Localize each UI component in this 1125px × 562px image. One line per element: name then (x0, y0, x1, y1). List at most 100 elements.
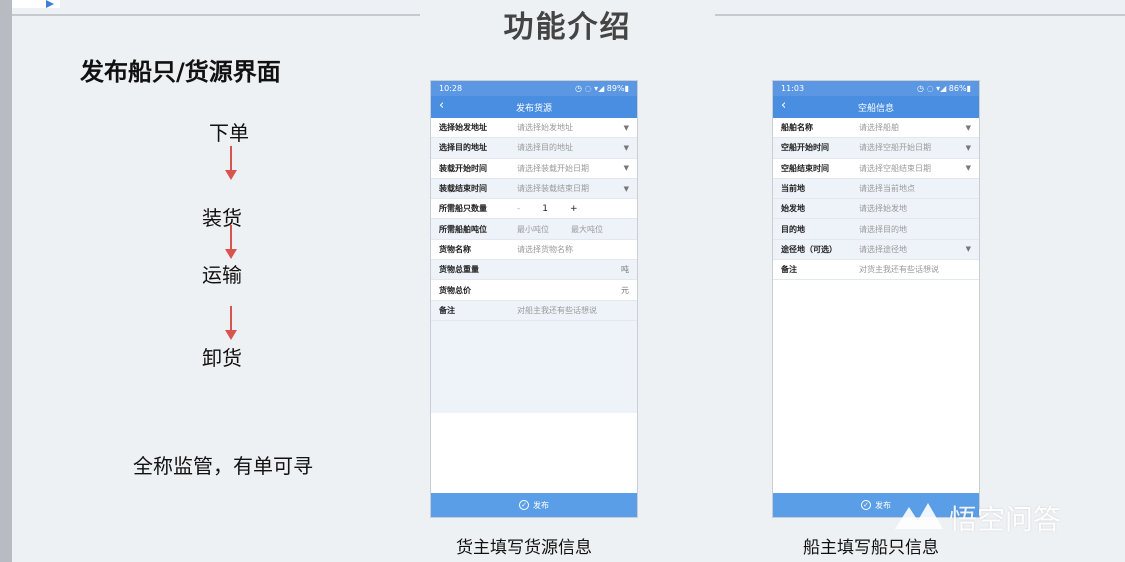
nav-title: 发布货源 (515, 103, 552, 114)
form-row-ship-name[interactable]: 船舶名称 请选择船舶 ▼ (773, 118, 979, 139)
submit-label: 发布 (875, 500, 891, 510)
status-icons: ◷ ◌ ▾◢ 86%▮ (917, 84, 971, 93)
down-arrow-icon (224, 225, 238, 261)
field-placeholder: 请选择途径地 (859, 244, 907, 254)
form-row-empty-end[interactable]: 空船结束时间 请选择空船结束日期 ▼ (773, 158, 979, 179)
field-placeholder: 请选择装载结束日期 (517, 184, 589, 194)
increment-button[interactable]: + (570, 204, 578, 214)
summary-text: 全称监管，有单可寻 (133, 454, 313, 478)
form-row-load-start[interactable]: 装载开始时间 请选择装载开始日期 ▼ (431, 158, 637, 179)
field-placeholder: 请选择目的地 (859, 224, 907, 234)
cargo-form: 选择始发地址 请选择始发地址 ▼ 选择目的地址 请选择目的地址 ▼ 装载开始时间… (431, 118, 637, 413)
form-row-ship-count: 所需船只数量 - 1 + (431, 199, 637, 220)
down-arrow-icon (224, 306, 238, 342)
back-icon[interactable]: ‹ (439, 98, 444, 113)
phone-empty-ship: 11:03 ◷ ◌ ▾◢ 86%▮ ‹ 空船信息 船舶名称 请选择船舶 ▼ 空船… (772, 80, 980, 518)
field-label: 所需船舶吨位 (439, 224, 487, 234)
max-tonnage-input[interactable]: 最大吨位 (571, 224, 603, 235)
mountain-logo-icon (895, 503, 943, 533)
form-row-empty-start[interactable]: 空船开始时间 请选择空船开始日期 ▼ (773, 138, 979, 159)
form-row-origin[interactable]: 选择始发地址 请选择始发地址 ▼ (431, 118, 637, 139)
field-placeholder: 对货主我还有些话想说 (859, 265, 939, 275)
quantity-stepper: - 1 + (517, 204, 578, 214)
dropdown-caret-icon: ▼ (965, 164, 971, 173)
tonnage-range: 最小吨位 最大吨位 (517, 224, 603, 235)
nav-title: 空船信息 (857, 103, 894, 114)
ship-form: 船舶名称 请选择船舶 ▼ 空船开始时间 请选择空船开始日期 ▼ 空船结束时间 请… (773, 118, 979, 492)
title-rule-left (12, 14, 420, 16)
section-title: 发布船只/货源界面 (80, 58, 281, 86)
dropdown-caret-icon: ▼ (965, 123, 971, 132)
form-row-origin[interactable]: 始发地 请选择始发地 (773, 199, 979, 220)
status-bar: 10:28 ◷ ◌ ▾◢ 89%▮ (431, 81, 637, 96)
caption-cargo: 货主填写货源信息 (456, 538, 592, 558)
flow-step-unloading: 卸货 (202, 346, 242, 370)
logo-arrow-icon (46, 0, 54, 8)
nav-bar: ‹ 发布货源 (431, 96, 637, 118)
page-title: 功能介绍 (503, 10, 632, 45)
watermark-text: 悟空问答 (949, 503, 1062, 536)
field-label: 空船结束时间 (781, 163, 829, 173)
field-label: 货物名称 (439, 244, 471, 254)
watermark: 悟空问答 (895, 498, 1061, 538)
field-label: 所需船只数量 (439, 204, 487, 214)
field-placeholder: 请选择货物名称 (517, 244, 573, 254)
phone-publish-cargo: 10:28 ◷ ◌ ▾◢ 89%▮ ‹ 发布货源 选择始发地址 请选择始发地址 … (430, 80, 638, 518)
form-row-remarks[interactable]: 备注 对船主我还有些话想说 (431, 300, 637, 321)
field-label: 备注 (439, 305, 455, 315)
form-row-total-price[interactable]: 货物总价 元 (431, 280, 637, 301)
field-label: 装载开始时间 (439, 163, 487, 173)
flow-step-order: 下单 (209, 121, 249, 145)
form-row-remarks[interactable]: 备注 对货主我还有些话想说 (773, 260, 979, 281)
dropdown-caret-icon: ▼ (965, 245, 971, 254)
nav-bar: ‹ 空船信息 (773, 96, 979, 118)
form-row-current-location[interactable]: 当前地 请选择当前地点 (773, 178, 979, 200)
form-row-load-end[interactable]: 装载结束时间 请选择装载结束日期 ▼ (431, 178, 637, 200)
field-label: 选择始发地址 (439, 123, 487, 133)
dropdown-caret-icon: ▼ (965, 143, 971, 152)
field-placeholder: 请选择空船开始日期 (859, 143, 931, 153)
status-bar: 11:03 ◷ ◌ ▾◢ 86%▮ (773, 81, 979, 96)
field-placeholder: 请选择空船结束日期 (859, 163, 931, 173)
field-placeholder: 请选择装载开始日期 (517, 163, 589, 173)
back-icon[interactable]: ‹ (781, 98, 786, 113)
field-label: 备注 (781, 265, 797, 275)
form-row-waypoint[interactable]: 途径地（可选） 请选择途径地 ▼ (773, 239, 979, 261)
form-row-destination[interactable]: 选择目的地址 请选择目的地址 ▼ (431, 138, 637, 159)
status-time: 10:28 (439, 84, 463, 93)
decrement-button[interactable]: - (517, 204, 520, 214)
dropdown-caret-icon: ▼ (623, 123, 629, 132)
flow-step-transport: 运输 (202, 263, 242, 287)
submit-button[interactable]: ✓ 发布 (431, 493, 637, 517)
status-icons: ◷ ◌ ▾◢ 89%▮ (575, 84, 629, 93)
field-placeholder: 请选择始发地址 (517, 123, 573, 133)
title-rule-right (715, 14, 1125, 16)
form-row-cargo-name[interactable]: 货物名称 请选择货物名称 (431, 239, 637, 261)
field-label: 船舶名称 (781, 123, 813, 133)
field-label: 当前地 (781, 184, 805, 194)
field-label: 空船开始时间 (781, 143, 829, 153)
left-edge-bar (0, 0, 12, 562)
down-arrow-icon (224, 146, 238, 182)
field-placeholder: 请选择船舶 (859, 123, 899, 133)
form-row-total-weight[interactable]: 货物总重量 吨 (431, 260, 637, 281)
quantity-value: 1 (542, 203, 548, 214)
form-row-destination[interactable]: 目的地 请选择目的地 (773, 219, 979, 240)
field-placeholder: 请选择当前地点 (859, 184, 915, 194)
dropdown-caret-icon: ▼ (623, 184, 629, 193)
slide-logo (12, 0, 60, 8)
form-row-tonnage: 所需船舶吨位 最小吨位 最大吨位 (431, 219, 637, 240)
form-filler (431, 320, 637, 413)
field-label: 货物总重量 (439, 265, 479, 275)
dropdown-caret-icon: ▼ (623, 164, 629, 173)
status-time: 11:03 (781, 84, 805, 93)
check-circle-icon: ✓ (519, 500, 529, 510)
unit-label: 元 (621, 285, 629, 295)
unit-label: 吨 (621, 265, 629, 275)
field-label: 目的地 (781, 224, 805, 234)
field-label: 装载结束时间 (439, 184, 487, 194)
field-label: 选择目的地址 (439, 143, 487, 153)
dropdown-caret-icon: ▼ (623, 143, 629, 152)
check-circle-icon: ✓ (861, 500, 871, 510)
min-tonnage-input[interactable]: 最小吨位 (517, 224, 549, 235)
